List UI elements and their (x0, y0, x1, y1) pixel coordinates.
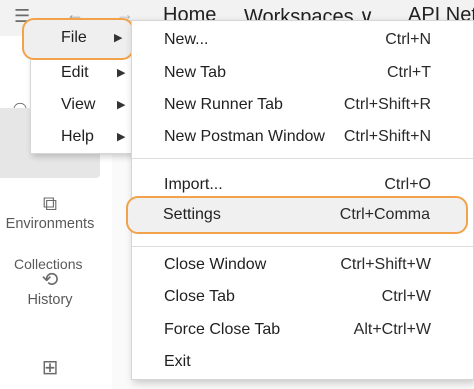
chevron-right-icon: ▶ (117, 131, 126, 143)
menu-item-label: File (61, 29, 87, 46)
menu-item-shortcut: Ctrl+Shift+W (340, 256, 431, 273)
menu-item-label: Import... (164, 176, 223, 193)
menu-item-new-runner-tab[interactable]: New Runner Tab Ctrl+Shift+R (132, 90, 473, 120)
menu-separator (132, 246, 473, 247)
menu-item-edit[interactable]: Edit ▶ (31, 58, 133, 88)
menu-item-force-close-tab[interactable]: Force Close Tab Alt+Ctrl+W (132, 315, 473, 345)
menu-item-label: Exit (164, 353, 191, 370)
menu-item-shortcut: Ctrl+Shift+R (343, 96, 431, 113)
menu-item-label: Force Close Tab (164, 321, 281, 338)
menu-item-new[interactable]: New... Ctrl+N (132, 25, 473, 55)
menu-item-shortcut: Ctrl+T (387, 64, 431, 81)
menu-item-label: Edit (61, 64, 89, 81)
menu-item-label: New Tab (164, 64, 226, 81)
menu-item-new-tab[interactable]: New Tab Ctrl+T (132, 58, 473, 88)
menu-item-shortcut: Ctrl+N (385, 31, 431, 48)
menu-item-label: Close Tab (164, 288, 235, 305)
menu-item-new-postman-window[interactable]: New Postman Window Ctrl+Shift+N (132, 122, 473, 152)
sidebar-item-environments[interactable]: ⧉ Environments (0, 192, 100, 232)
menu-item-shortcut: Ctrl+Shift+N (343, 128, 431, 145)
menu-item-close-window[interactable]: Close Window Ctrl+Shift+W (132, 250, 473, 280)
menu-item-view[interactable]: View ▶ (31, 90, 133, 120)
file-highlight-outline[interactable]: File ▶ (22, 18, 134, 60)
environments-icon: ⧉ (42, 193, 58, 215)
chevron-right-icon: ▶ (114, 32, 123, 44)
chevron-right-icon: ▶ (117, 67, 126, 79)
history-icon: ⟲ (41, 269, 59, 291)
menu-item-close-tab[interactable]: Close Tab Ctrl+W (132, 282, 473, 312)
sidebar-item-more[interactable]: ⊞ (0, 356, 100, 380)
menu-item-shortcut: Ctrl+Comma (339, 206, 430, 223)
menu-item-shortcut: Ctrl+O (384, 176, 431, 193)
menu-item-help[interactable]: Help ▶ (31, 122, 133, 152)
menu-item-label: Close Window (164, 256, 267, 273)
sidebar-item-label: Environments (5, 216, 95, 232)
apps-grid-icon: ⊞ (41, 357, 59, 379)
menu-item-settings[interactable]: Settings Ctrl+Comma (126, 196, 468, 234)
menu-item-label: New Runner Tab (164, 96, 283, 113)
menu-item-label: New... (164, 31, 209, 48)
menu-item-label: Settings (163, 206, 221, 223)
chevron-right-icon: ▶ (117, 99, 126, 111)
menu-item-label: New Postman Window (164, 128, 325, 145)
sidebar-item-label: History (27, 292, 73, 308)
menu-item-label: Help (61, 128, 94, 145)
menu-separator (132, 158, 473, 159)
menu-item-label: View (61, 96, 96, 113)
menu-item-exit[interactable]: Exit (132, 347, 473, 377)
menu-item-shortcut: Alt+Ctrl+W (353, 321, 431, 338)
menu-item-shortcut: Ctrl+W (381, 288, 431, 305)
sidebar-item-history[interactable]: ⟲ History (0, 268, 100, 308)
